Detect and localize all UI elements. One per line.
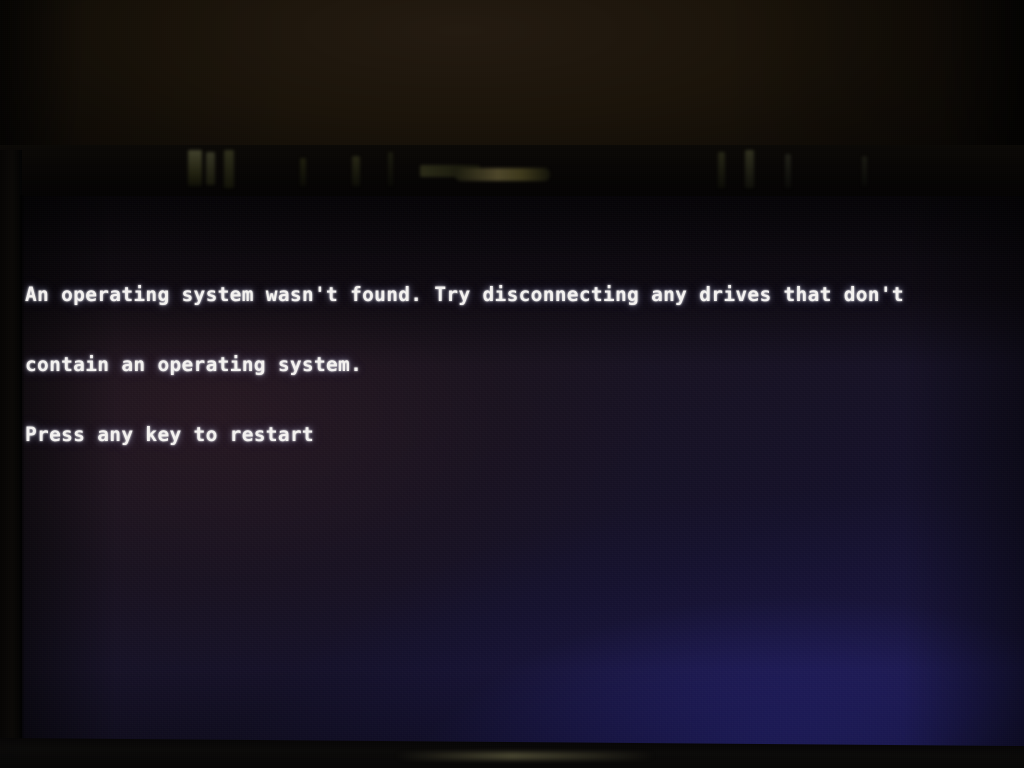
bezel-reflection	[300, 158, 306, 186]
bezel-reflection	[352, 156, 360, 186]
boot-error-line-1: An operating system wasn't found. Try di…	[25, 282, 904, 306]
monitor-left-bezel	[0, 150, 25, 768]
bezel-reflection	[745, 150, 754, 188]
bezel-reflection	[455, 168, 550, 181]
bezel-reflection	[718, 152, 725, 188]
boot-error-line-2: contain an operating system.	[25, 353, 363, 377]
bezel-reflection	[206, 152, 215, 185]
bezel-reflection	[388, 152, 393, 186]
monitor-photo: An operating system wasn't found. Try di…	[0, 0, 1024, 768]
bezel-reflection	[785, 154, 791, 188]
bezel-reflection	[862, 156, 867, 186]
boot-error-message: An operating system wasn't found. Try di…	[25, 236, 904, 493]
bezel-reflection	[188, 150, 202, 186]
screen-display-area: An operating system wasn't found. Try di…	[16, 196, 1024, 746]
room-background	[0, 0, 1024, 152]
boot-error-line-3: Press any key to restart	[25, 423, 314, 447]
bezel-glint	[395, 752, 655, 760]
bezel-reflection	[224, 150, 234, 188]
